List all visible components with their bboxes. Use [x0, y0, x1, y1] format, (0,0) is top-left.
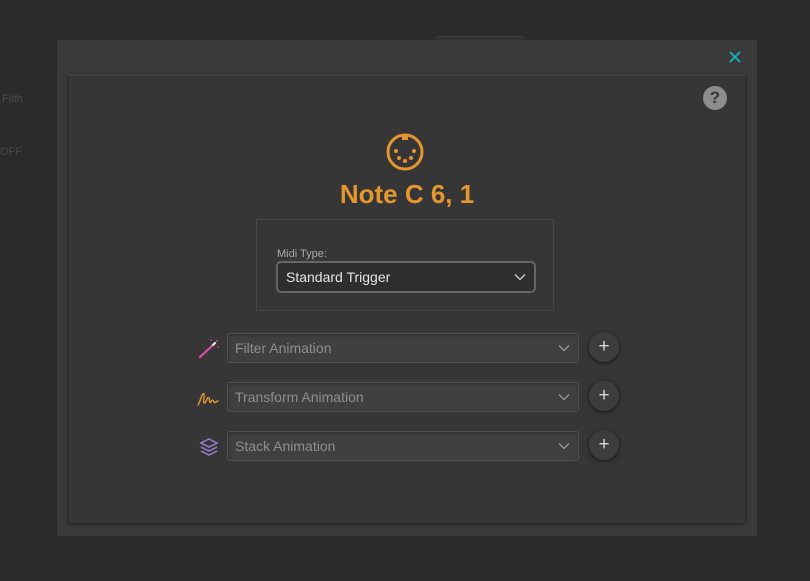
stack-animation-row: Stack Animation +: [197, 430, 627, 463]
close-icon[interactable]: [727, 50, 743, 66]
page-title: Note C 6, 1: [339, 179, 475, 209]
stack-animation-select[interactable]: Stack Animation: [227, 431, 579, 461]
filter-animation-placeholder: Filter Animation: [235, 340, 332, 356]
magic-wand-icon: [198, 339, 219, 359]
filter-animation-row: Filter Animation +: [197, 332, 627, 365]
midi-type-section: Midi Type: Standard Trigger: [256, 219, 554, 311]
chevron-down-icon: [514, 274, 526, 281]
midi-type-value: Standard Trigger: [286, 269, 391, 285]
mapping-panel: ? Note C 6, 1 Midi Type: Standard Trigge…: [69, 74, 745, 523]
add-transform-animation-button[interactable]: +: [589, 381, 619, 411]
help-button[interactable]: ?: [703, 86, 727, 110]
transform-animation-row: Transform Animation +: [197, 381, 627, 414]
midi-mapping-modal: ? Note C 6, 1 Midi Type: Standard Trigge…: [57, 40, 757, 536]
background-label-filth: Filth: [2, 93, 23, 105]
midi-type-select[interactable]: Standard Trigger: [276, 261, 536, 293]
close-icon-glyph: [729, 51, 741, 63]
stack-animation-placeholder: Stack Animation: [235, 438, 336, 454]
filter-animation-select[interactable]: Filter Animation: [227, 333, 579, 363]
chevron-down-icon: [558, 443, 570, 450]
transform-animation-select[interactable]: Transform Animation: [227, 382, 579, 412]
midi-icon: [386, 133, 424, 171]
transform-animation-placeholder: Transform Animation: [235, 389, 364, 405]
chevron-down-icon: [558, 394, 570, 401]
layers-icon: [199, 438, 219, 456]
add-stack-animation-button[interactable]: +: [589, 430, 619, 460]
background-label-off: OFF: [0, 146, 22, 158]
chevron-down-icon: [558, 345, 570, 352]
add-filter-animation-button[interactable]: +: [589, 332, 619, 362]
midi-type-label: Midi Type:: [277, 248, 327, 260]
signature-icon: [197, 392, 219, 406]
